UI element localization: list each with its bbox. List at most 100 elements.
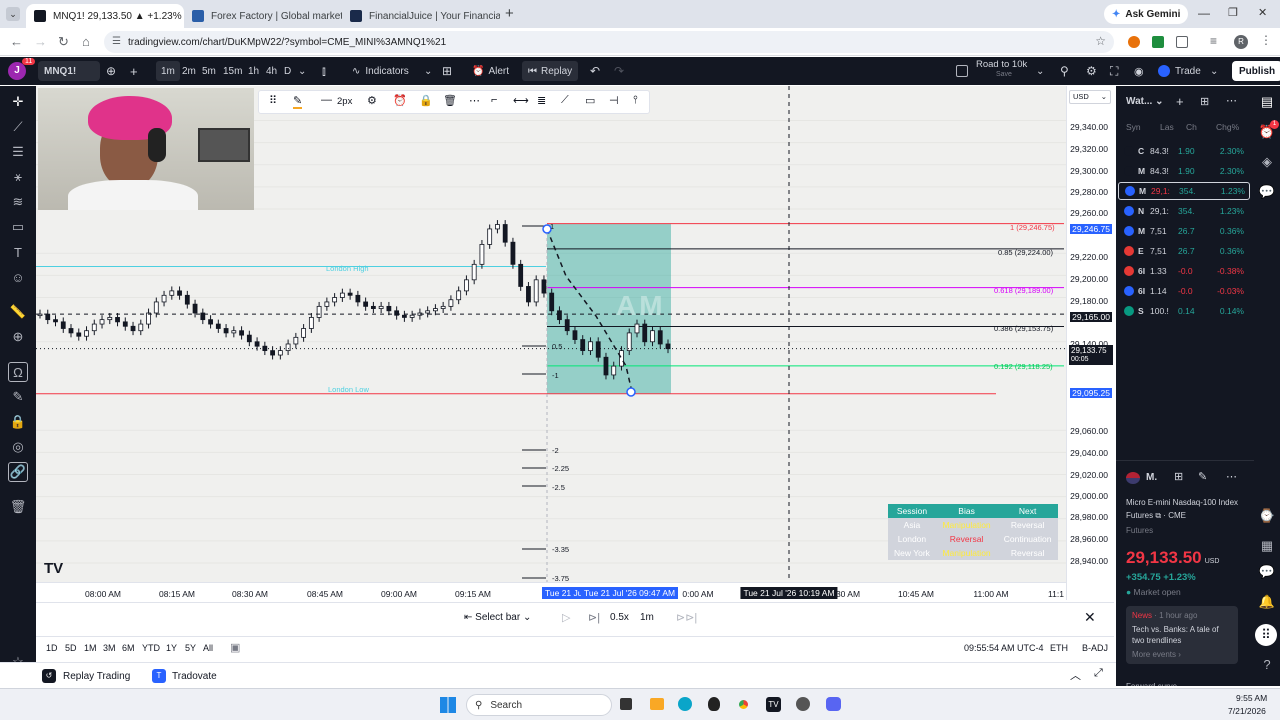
date-range-calendar-icon[interactable]: ▣ <box>230 641 240 654</box>
edge-icon[interactable] <box>678 697 692 711</box>
chat-icon[interactable]: 💬 <box>1257 182 1277 202</box>
snapshot-camera-icon[interactable]: ◉ <box>1134 61 1144 81</box>
windows-start-icon[interactable] <box>440 697 456 713</box>
discord-icon[interactable] <box>826 697 841 711</box>
fullscreen-icon[interactable]: ⛶ <box>1110 61 1118 81</box>
trash-icon[interactable]: 🗑 <box>8 497 28 517</box>
geometric-shapes-icon[interactable]: ▭ <box>8 217 28 237</box>
extension-icon[interactable] <box>1152 36 1164 48</box>
apps-grid-icon[interactable]: ⠿ <box>1255 624 1277 646</box>
interval-15m[interactable]: 15m <box>221 61 244 81</box>
url-field[interactable]: ☰ tradingview.com/chart/DuKMpW22/?symbol… <box>104 31 1114 53</box>
candle-type-icon[interactable]: ⫾ <box>322 61 326 81</box>
session-toggle[interactable]: ETH <box>1050 643 1068 653</box>
reload-icon[interactable]: ↻ <box>58 34 69 50</box>
back-icon[interactable]: ← <box>10 34 23 49</box>
crosshair-icon[interactable]: ✛ <box>8 92 28 112</box>
notifications-icon[interactable]: 💬 <box>1257 562 1277 582</box>
watchlist-row[interactable]: M 29,1: 354. 1.23% <box>1118 182 1250 200</box>
forward-icon[interactable]: → <box>34 34 47 49</box>
extension-icon[interactable] <box>1128 36 1140 48</box>
watchlist-row[interactable]: E 7,51 26.7 0.36% <box>1118 242 1250 260</box>
currency-selector[interactable]: USD ⌄ <box>1069 90 1111 104</box>
replay-button[interactable]: ⏮ Replay <box>522 61 579 81</box>
help-icon[interactable]: ? <box>1257 654 1277 674</box>
chrome-icon[interactable] <box>736 697 751 712</box>
symbol-search-button[interactable]: MNQ1! <box>38 61 100 81</box>
text-tool-icon[interactable]: T <box>8 242 28 262</box>
select-bar-button[interactable]: ⇤ Select bar ⌄ <box>464 612 531 623</box>
delete-icon[interactable]: 🗑 <box>443 94 457 107</box>
emoji-icon[interactable]: ☺ <box>8 267 28 287</box>
watchlist-title[interactable]: Wat... ⌄ <box>1126 96 1163 107</box>
range-3m[interactable]: 3M <box>103 643 116 653</box>
streams-icon[interactable]: ▦ <box>1257 536 1277 556</box>
link-icon[interactable]: 🔗 <box>8 462 28 482</box>
price-axis[interactable]: USD ⌄ 29,340.00 29,320.00 29,300.00 29,28… <box>1066 86 1114 600</box>
close-replay-icon[interactable]: ✕ <box>1084 609 1096 626</box>
col-last[interactable]: Las <box>1160 122 1174 132</box>
jump-to-realtime-icon[interactable]: ⊳⊳| <box>676 611 697 624</box>
ray-tool-icon[interactable]: ⟋ <box>561 94 569 107</box>
range-all[interactable]: All <box>203 643 213 653</box>
ruler-icon[interactable]: 📏 <box>8 302 28 322</box>
replay-trading-tab[interactable]: ↺ Replay Trading <box>42 669 130 683</box>
external-link-icon[interactable]: ⧉ <box>1155 511 1161 520</box>
time-axis[interactable]: 08:00 AM 08:15 AM 08:30 AM 08:45 AM 09:0… <box>36 582 1066 600</box>
range-5y[interactable]: 5Y <box>185 643 196 653</box>
bookmark-star-icon[interactable]: ☆ <box>1095 34 1106 48</box>
app-icon[interactable] <box>708 697 720 711</box>
line-color-icon[interactable]: ✎ <box>293 94 303 109</box>
lock-icon[interactable]: 🔒 <box>419 94 433 107</box>
interval-1m[interactable]: 1m <box>156 61 180 81</box>
trade-button[interactable]: Trade <box>1158 61 1201 81</box>
alert-button[interactable]: ⏰ Alert <box>472 61 509 81</box>
line-width-icon[interactable]: — <box>321 94 332 106</box>
browser-tab-forexfactory[interactable]: Forex Factory | Global markets f ✕ <box>184 4 342 28</box>
ask-gemini-button[interactable]: ✦ Ask Gemini <box>1104 4 1189 24</box>
fib-retracement-icon[interactable]: ☰ <box>8 142 28 162</box>
chart-pane[interactable]: ⠿ ✎ — 2px ⚙ ⏰ 🔒 🗑 ⋯ ⌐ ⟷ ≣ ⟋ ▭ ⊣ ⫯ London… <box>36 86 1066 600</box>
quick-search-icon[interactable]: ⚲ <box>1060 61 1069 81</box>
watchlist-row[interactable]: C 84.3! 1.90 2.30% <box>1118 142 1250 160</box>
watchlist-widget-icon[interactable]: ▤ <box>1257 92 1277 112</box>
horizontal-line-icon[interactable]: ⊣ <box>609 94 619 107</box>
tradingview-app-icon[interactable]: TV <box>766 697 781 712</box>
range-1m[interactable]: 1M <box>84 643 97 653</box>
trade-chevron-icon[interactable]: ⌄ <box>1210 61 1218 81</box>
tab-list-chevron-icon[interactable]: ⌄ <box>6 7 20 21</box>
trend-line-icon[interactable]: ⟋ <box>8 117 28 137</box>
calendar-icon[interactable]: 🔔 <box>1257 592 1277 612</box>
home-icon[interactable]: ⌂ <box>82 34 90 49</box>
replay-interval[interactable]: 1m <box>640 612 654 623</box>
browser-tab-tradingview[interactable]: MNQ1! 29,133.50 ▲ +1.23% Re ✕ <box>26 4 184 28</box>
interval-dropdown-chevron-icon[interactable]: ⌄ <box>298 61 306 81</box>
task-view-icon[interactable] <box>620 698 632 710</box>
alert-add-icon[interactable]: ⏰ <box>393 94 407 107</box>
magnet-icon[interactable]: Ω <box>8 362 28 382</box>
watchlist-more-icon[interactable]: ⋯ <box>1226 94 1237 107</box>
fib-tool-icon[interactable]: ≣ <box>537 94 546 107</box>
more-events-link[interactable]: More events › <box>1132 649 1232 660</box>
replay-speed[interactable]: 0.5x <box>610 612 629 623</box>
app-icon[interactable] <box>796 697 810 711</box>
minimize-window-button[interactable]: — <box>1198 6 1210 20</box>
publish-button[interactable]: Publish <box>1232 61 1280 81</box>
watchlist-row[interactable]: N 29,1: 354. 1.23% <box>1118 202 1250 220</box>
range-5d[interactable]: 5D <box>65 643 77 653</box>
site-info-icon[interactable]: ☰ <box>112 36 121 47</box>
interval-d[interactable]: D <box>282 61 293 81</box>
restore-window-button[interactable]: ❐ <box>1228 6 1238 19</box>
watchlist-layout-icon[interactable]: ⊞ <box>1200 95 1209 108</box>
tray-time[interactable]: 9:55 AM <box>1236 693 1267 703</box>
new-tab-button[interactable]: + <box>505 5 514 22</box>
col-change[interactable]: Ch <box>1186 122 1197 132</box>
watchlist-row[interactable]: 6I 1.33 -0.0 -0.38% <box>1118 262 1250 280</box>
extension-icon[interactable] <box>1176 36 1188 48</box>
taskbar-search[interactable]: ⚲ Search <box>466 694 612 716</box>
vertical-line-icon[interactable]: ⫯ <box>633 94 638 107</box>
news-card[interactable]: News · 1 hour ago Tech vs. Banks: A tale… <box>1126 606 1238 664</box>
watchlist-row[interactable]: S 100.! 0.14 0.14% <box>1118 302 1250 320</box>
details-more-icon[interactable]: ⋯ <box>1226 470 1237 483</box>
profile-avatar[interactable]: R <box>1234 35 1248 49</box>
